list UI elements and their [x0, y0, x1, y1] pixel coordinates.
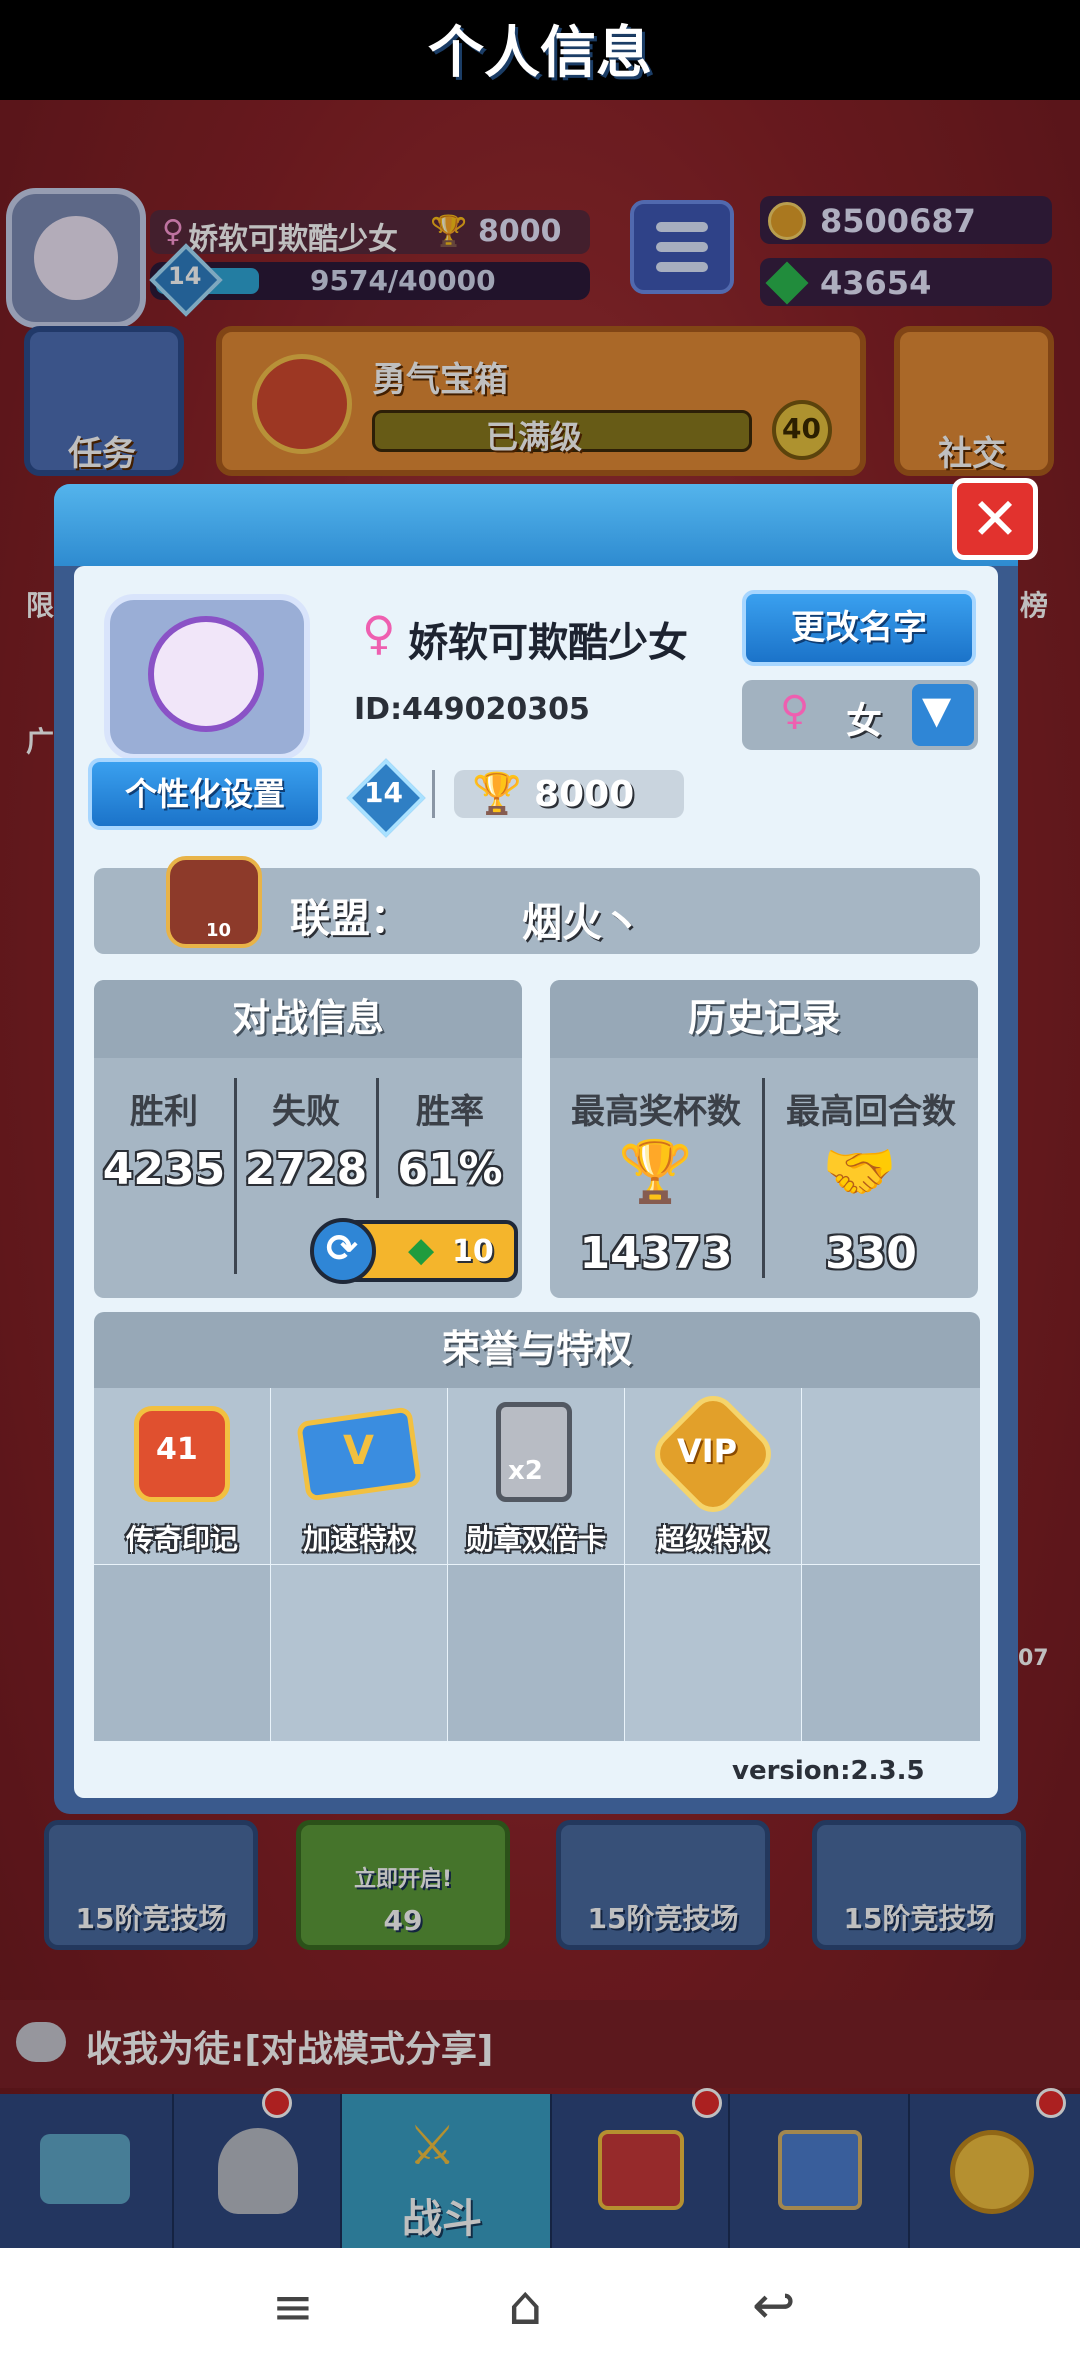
vip-label: 超级特权 — [656, 1523, 769, 1556]
dropdown-button[interactable]: ▼ — [912, 684, 974, 746]
divider — [432, 770, 435, 818]
history-title: 历史记录 — [550, 980, 978, 1058]
refresh-arrows-icon: ⟳ — [326, 1226, 358, 1270]
customize-button[interactable]: 个性化设置 — [88, 758, 322, 830]
alliance-name: 烟火丶 — [522, 900, 642, 946]
modal-title: 个人信息 — [428, 21, 652, 86]
reset-gem-icon: ◆ — [408, 1230, 435, 1270]
gender-select[interactable]: ♀ 女 ▼ — [742, 680, 978, 750]
max-rounds-value: 330 — [825, 1228, 917, 1279]
honor-cell-empty — [802, 1388, 980, 1564]
chevron-down-icon: ▼ — [922, 688, 952, 732]
wins-label: 胜利 — [130, 1092, 198, 1132]
speedup-label: 加速特权 — [302, 1523, 415, 1556]
honor-cell-empty — [448, 1565, 624, 1741]
max-trophies-label: 最高奖杯数 — [571, 1092, 741, 1132]
nav-home-icon[interactable]: ⌂ — [508, 2274, 542, 2337]
reset-cost: 10 — [452, 1234, 494, 1269]
rename-button[interactable]: 更改名字 — [742, 590, 976, 666]
version-text: version:2.3.5 — [732, 1756, 925, 1786]
honor-cell-empty — [802, 1565, 980, 1741]
divider — [376, 1078, 379, 1198]
modal-title-bar — [54, 484, 1018, 566]
gender-female-icon: ♀ — [780, 688, 810, 734]
double-medal-card-icon — [496, 1402, 572, 1502]
divider — [762, 1078, 765, 1278]
divider — [234, 1078, 237, 1274]
profile-avatar-silhouette-icon — [148, 616, 264, 732]
speedup-badge: V — [343, 1428, 374, 1474]
honor-cell-empty — [271, 1565, 447, 1741]
double-label: 勋章双倍卡 — [465, 1523, 606, 1556]
system-nav-bar: ≡ ⌂ ↩ — [0, 2248, 1080, 2376]
max-trophy-icon: 🏆 — [618, 1137, 693, 1207]
losses-label: 失败 — [272, 1092, 340, 1132]
close-icon: ✕ — [970, 485, 1020, 553]
gender-value: 女 — [846, 701, 883, 742]
alliance-panel[interactable]: 10 联盟： 烟火丶 — [94, 856, 980, 954]
honor-title: 荣誉与特权 — [94, 1312, 980, 1388]
vip-badge: VIP — [677, 1432, 738, 1470]
honor-cell-speedup[interactable]: V 加速特权 — [271, 1388, 447, 1564]
losses-value: 2728 — [244, 1144, 368, 1195]
honor-cell-vip[interactable]: VIP 超级特权 — [625, 1386, 801, 1564]
profile-avatar-frame[interactable] — [104, 594, 310, 760]
max-rounds-label: 最高回合数 — [786, 1092, 956, 1132]
max-trophies-value: 14373 — [579, 1228, 733, 1279]
nav-menu-icon[interactable]: ≡ — [272, 2278, 314, 2336]
alliance-label: 联盟： — [290, 896, 410, 942]
legend-label: 传奇印记 — [125, 1523, 238, 1556]
profile-trophies: 8000 — [534, 774, 635, 815]
refresh-icon[interactable]: ⟳ — [310, 1218, 376, 1284]
alliance-level: 10 — [206, 920, 232, 941]
nav-back-icon[interactable]: ↩ — [752, 2276, 796, 2336]
double-badge: x2 — [508, 1456, 543, 1486]
profile-female-icon: ♀ — [362, 606, 396, 660]
profile-level: 14 — [364, 776, 403, 809]
close-button[interactable]: ✕ — [952, 478, 1038, 560]
handshake-icon: 🤝 — [822, 1137, 897, 1207]
profile-name: 娇软可欺酷少女 — [408, 620, 688, 666]
legend-badge-number: 41 — [156, 1432, 198, 1467]
win-rate-value: 61% — [397, 1144, 503, 1195]
win-rate-label: 胜率 — [416, 1092, 484, 1132]
profile-trophy-icon: 🏆 — [472, 771, 522, 817]
honor-cell-empty — [625, 1565, 801, 1741]
honor-cell-empty — [94, 1565, 270, 1741]
honor-cell-double[interactable]: x2 勋章双倍卡 — [448, 1388, 624, 1564]
profile-trophy-pill: 🏆 8000 — [454, 770, 684, 818]
honor-cell-legend[interactable]: 41 传奇印记 — [94, 1388, 270, 1564]
battle-info-title: 对战信息 — [94, 980, 522, 1058]
profile-id: ID:449020305 — [354, 692, 590, 727]
wins-value: 4235 — [102, 1144, 226, 1195]
